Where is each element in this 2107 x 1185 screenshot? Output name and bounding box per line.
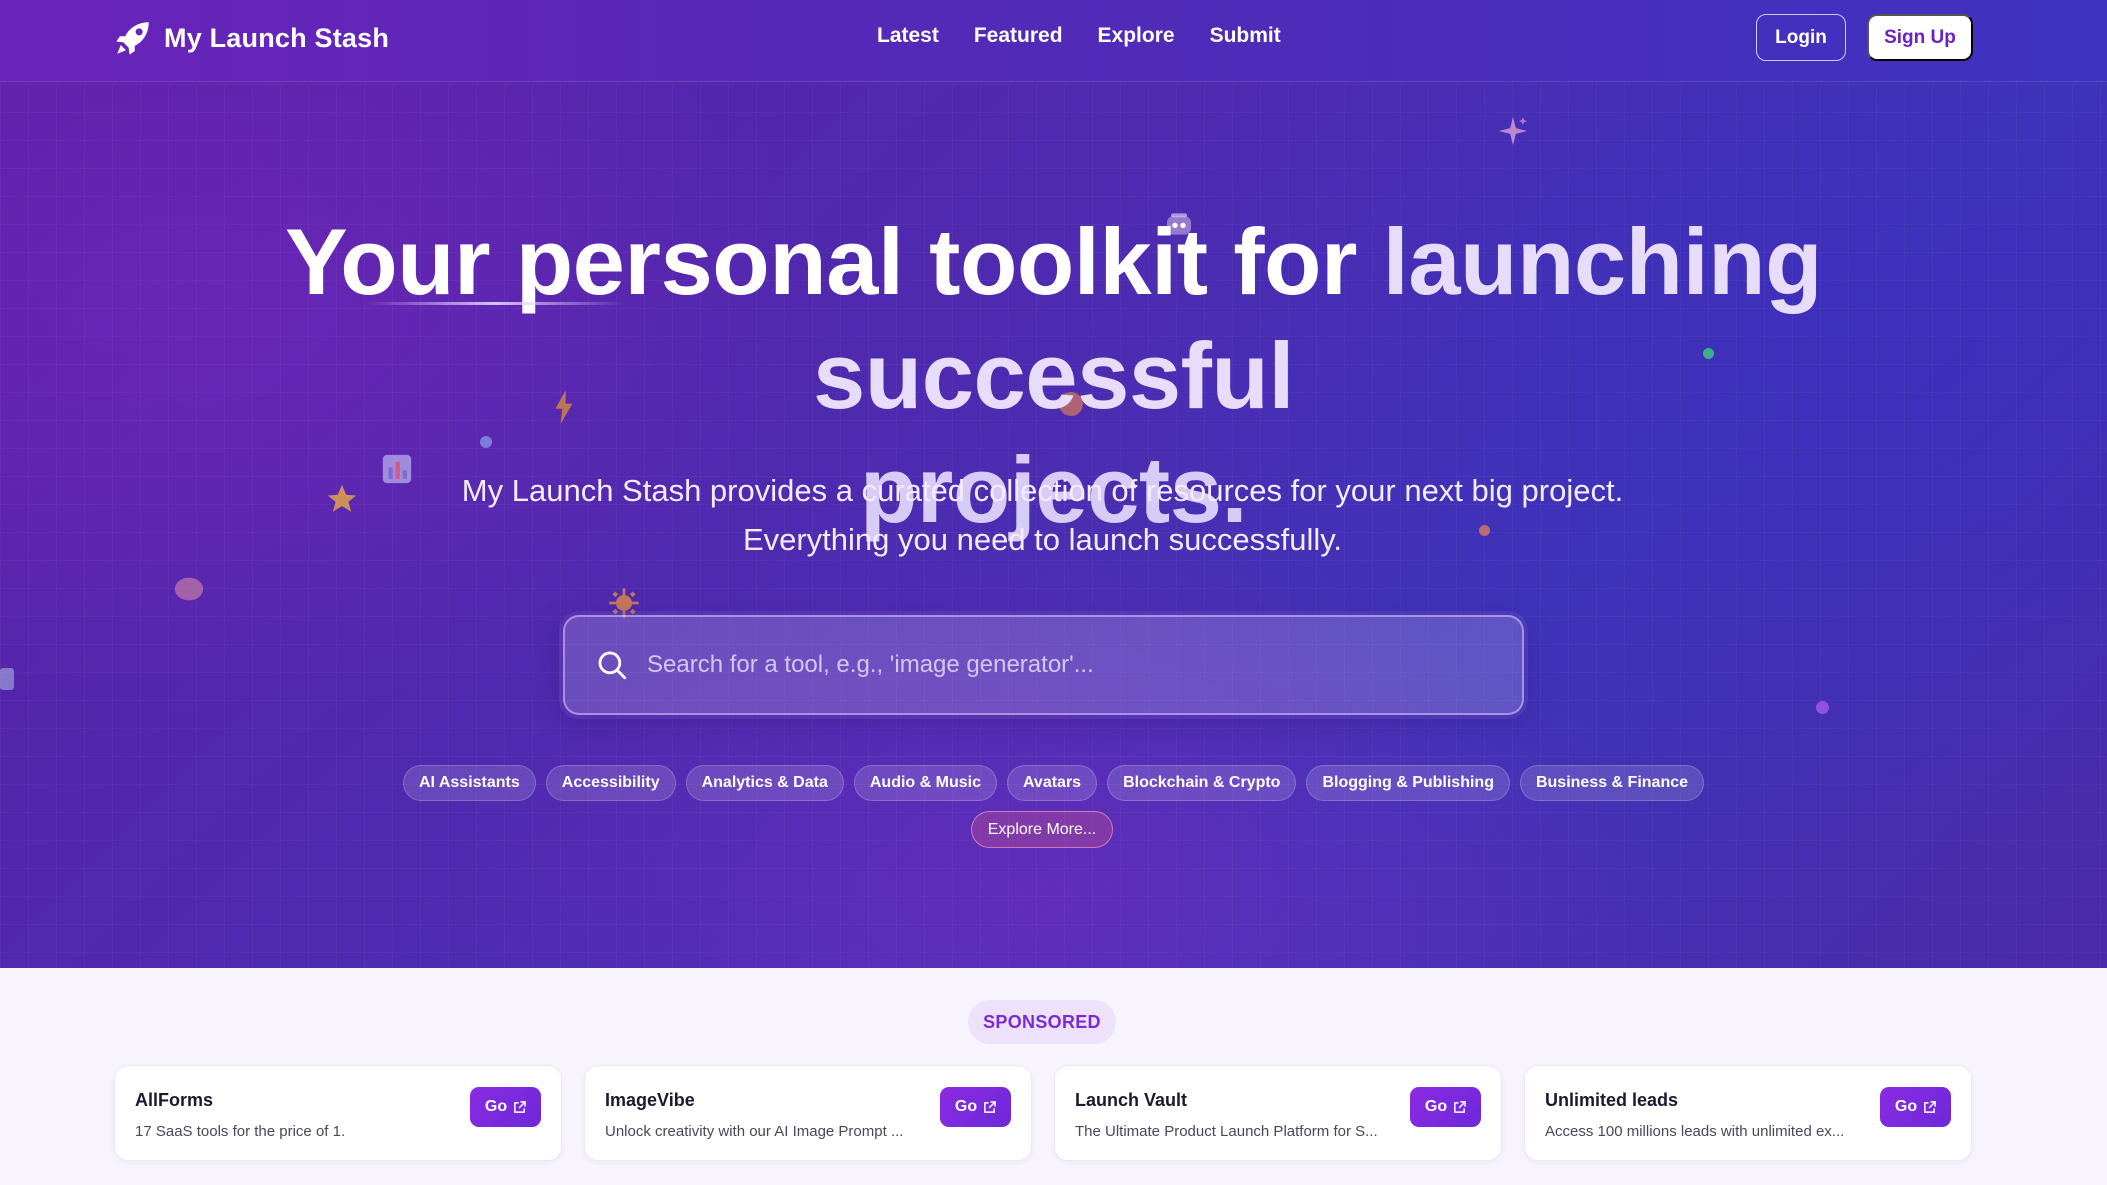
nav-links: Latest Featured Explore Submit [877,24,1281,48]
external-link-icon [1454,1100,1466,1113]
category-chips: AI Assistants Accessibility Analytics & … [0,765,2107,801]
sparkle-icon [1498,116,1528,146]
headline-part: Your [284,209,516,314]
go-button[interactable]: Go [940,1087,1011,1127]
go-label: Go [1424,1098,1448,1115]
go-label: Go [1894,1098,1918,1115]
decor-dot [1816,701,1829,714]
sponsored-card[interactable]: AllForms 17 SaaS tools for the price of … [114,1065,562,1161]
category-chip[interactable]: AI Assistants [402,765,536,801]
top-nav: My Launch Stash Latest Featured Explore … [0,0,2107,82]
card-description: 17 SaaS tools for the price of 1. [135,1123,346,1140]
go-label: Go [954,1098,978,1115]
brain-icon [174,577,204,601]
go-button[interactable]: Go [1410,1087,1481,1127]
nav-link-featured[interactable]: Featured [974,24,1063,48]
headline-underline [365,302,625,305]
go-button[interactable]: Go [470,1087,541,1127]
go-button[interactable]: Go [1880,1087,1951,1127]
explore-more-button[interactable]: Explore More... [971,811,1113,848]
card-title: ImageVibe [605,1090,695,1110]
external-link-icon [514,1100,526,1113]
card-title: Unlimited leads [1545,1090,1679,1110]
decor-dot [0,668,14,690]
nav-link-submit[interactable]: Submit [1210,24,1281,48]
login-button[interactable]: Login [1756,14,1846,61]
category-chip[interactable]: Analytics & Data [685,765,844,801]
brand-name: My Launch Stash [164,22,390,53]
go-label: Go [484,1098,508,1115]
brand-logo[interactable]: My Launch Stash [112,17,389,59]
category-chip[interactable]: Avatars [1006,765,1098,801]
rocket-icon [116,22,149,55]
card-title: AllForms [135,1090,214,1110]
nav-link-latest[interactable]: Latest [877,24,939,48]
sponsored-card[interactable]: ImageVibe Unlock creativity with our AI … [584,1065,1032,1161]
external-link-icon [1924,1100,1936,1113]
search-input[interactable] [647,651,1522,679]
sponsored-card[interactable]: Unlimited leads Access 100 millions lead… [1524,1065,1972,1161]
category-chip[interactable]: Blogging & Publishing [1306,765,1510,801]
category-chip[interactable]: Business & Finance [1519,765,1705,801]
search-icon [598,651,627,680]
category-chip[interactable]: Accessibility [545,765,676,801]
external-link-icon [984,1100,996,1113]
search-bar[interactable] [563,615,1524,715]
category-chip[interactable]: Blockchain & Crypto [1107,765,1297,801]
card-description: The Ultimate Product Launch Platform for… [1075,1123,1378,1140]
card-description: Unlock creativity with our AI Image Prom… [605,1123,904,1140]
hero-subtitle: My Launch Stash provides a curated colle… [461,473,1624,557]
nav-link-explore[interactable]: Explore [1098,24,1175,48]
sponsored-badge: SPONSORED [968,1000,1116,1044]
sponsored-card[interactable]: Launch Vault The Ultimate Product Launch… [1054,1065,1502,1161]
card-description: Access 100 millions leads with unlimited… [1545,1123,1845,1140]
category-chip[interactable]: Audio & Music [853,765,997,801]
headline-part: personal toolkit for [515,209,1383,314]
card-title: Launch Vault [1075,1090,1188,1110]
signup-button[interactable]: Sign Up [1867,14,1973,61]
